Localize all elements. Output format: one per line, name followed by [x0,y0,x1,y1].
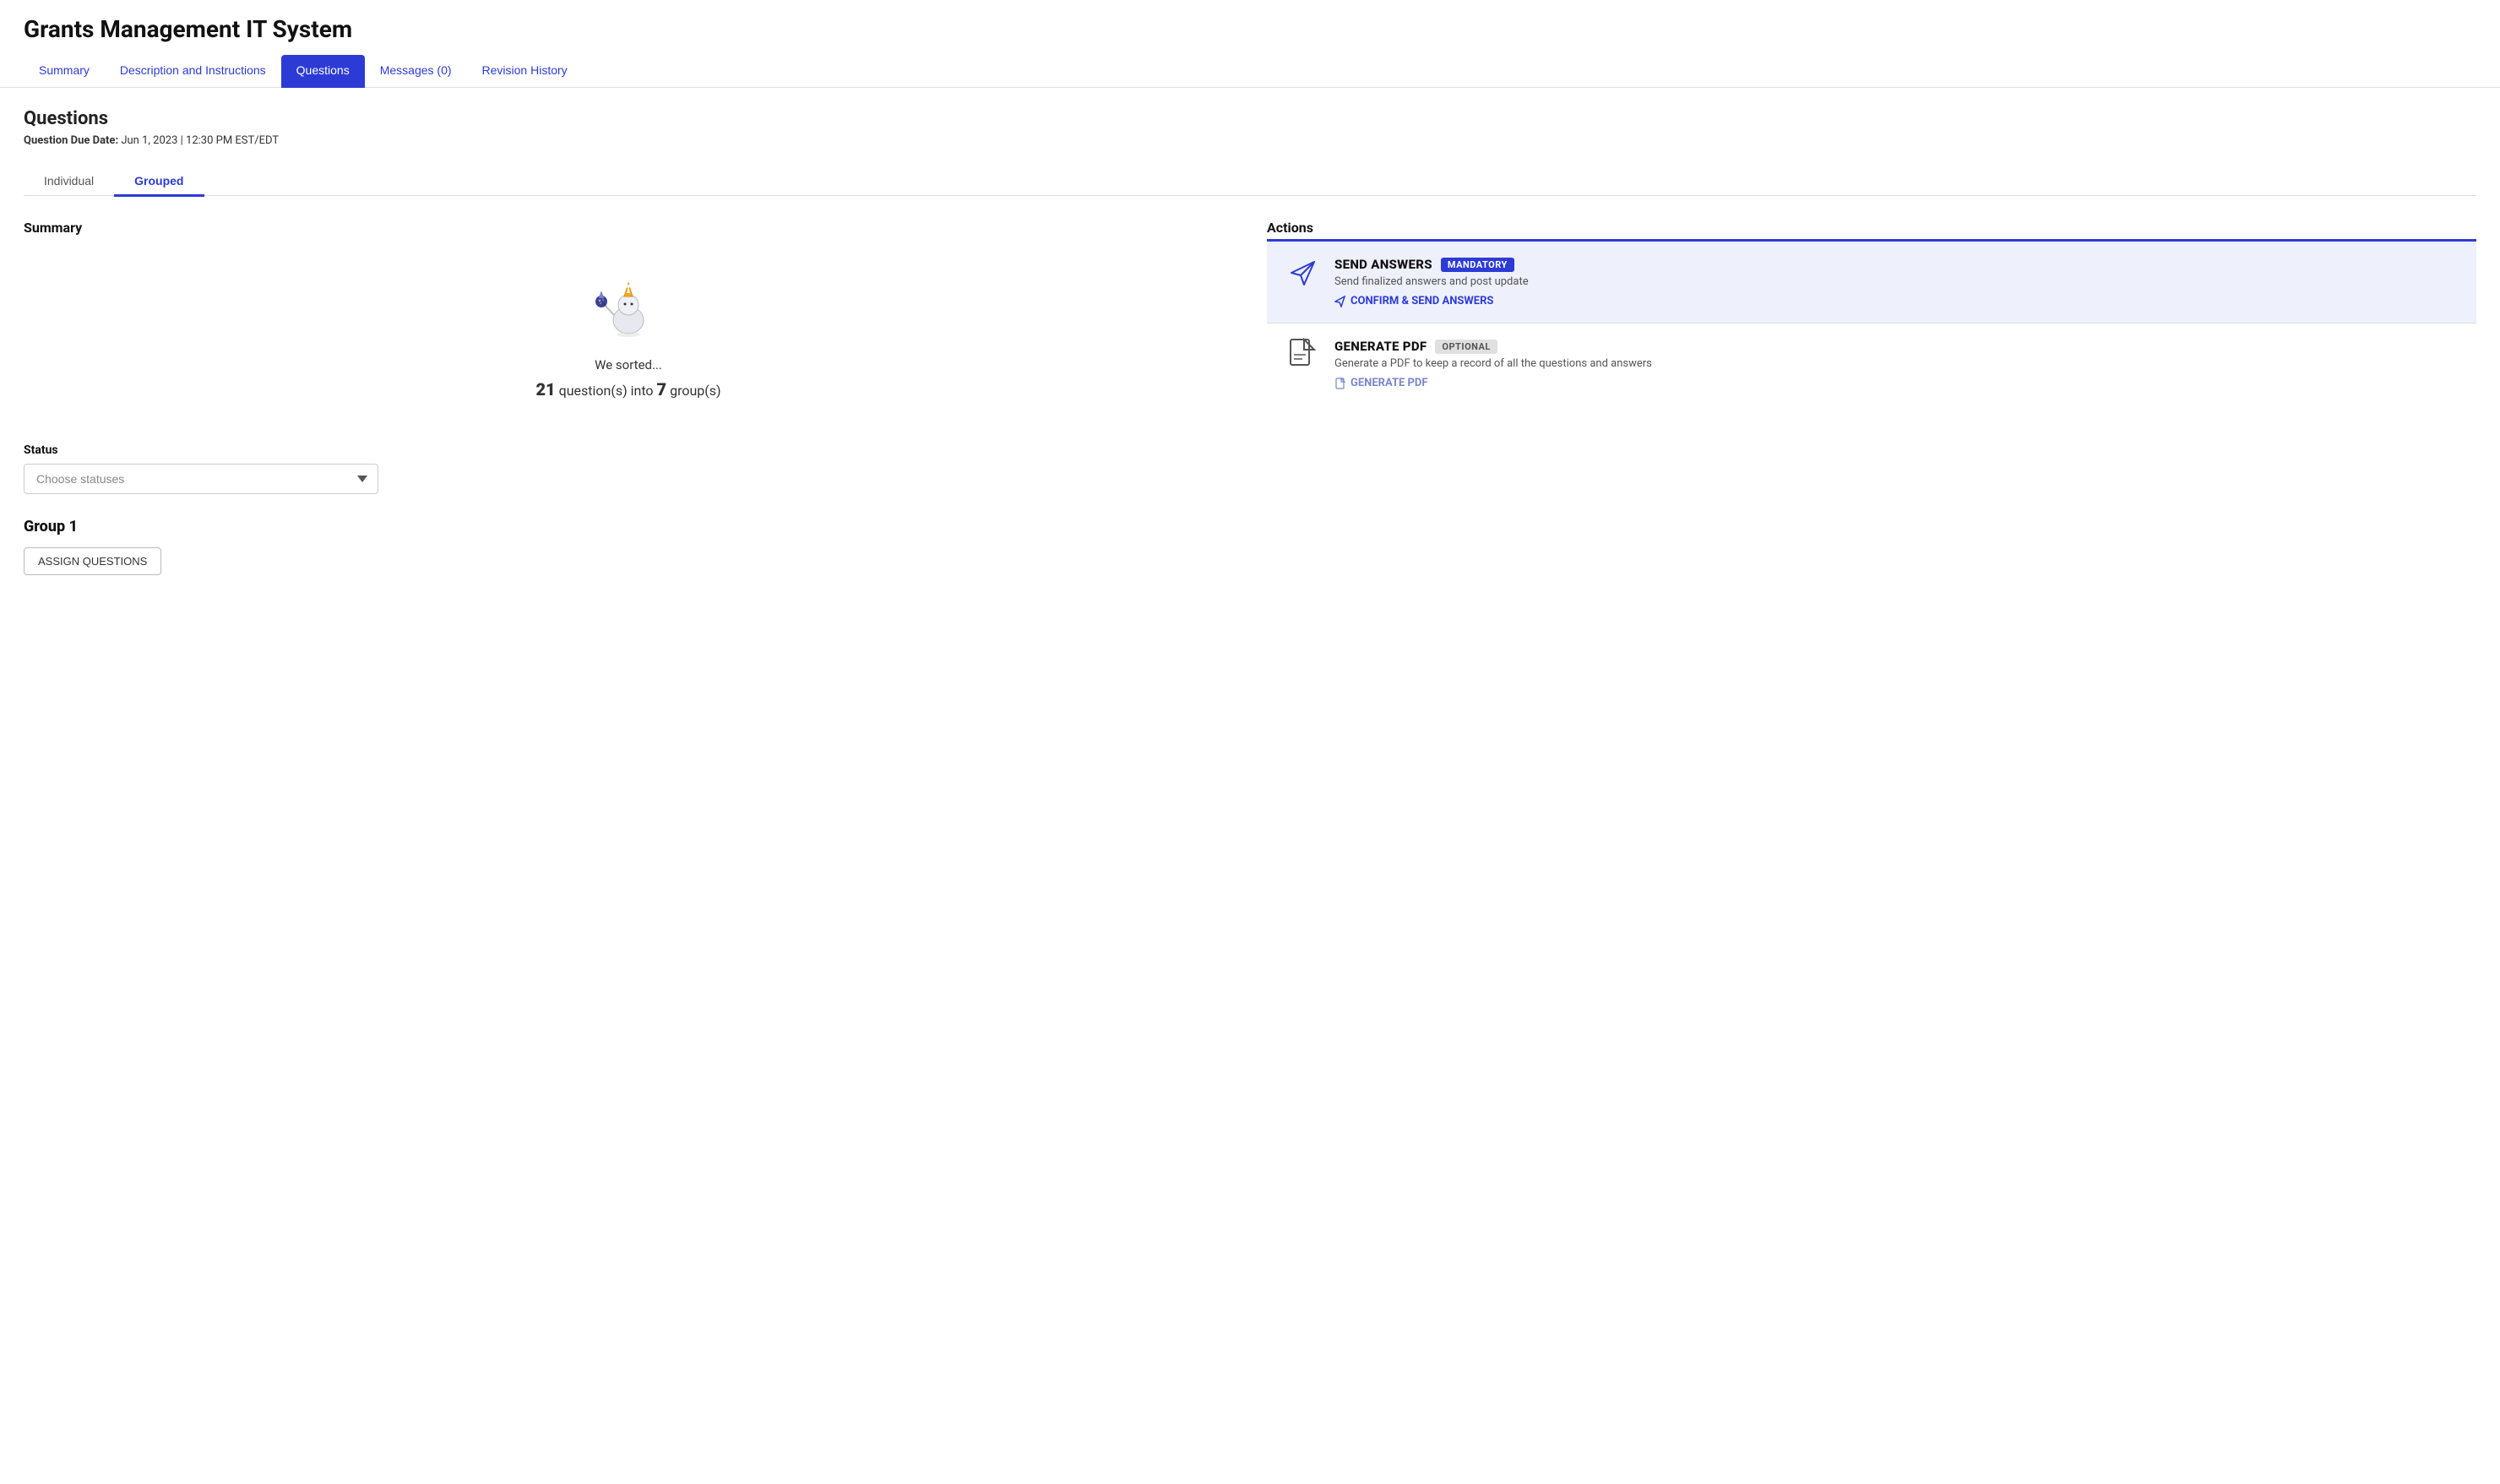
generate-pdf-desc: Generate a PDF to keep a record of all t… [1334,357,2459,370]
pdf-link-icon [1334,378,1346,389]
status-label: Status [24,443,1233,457]
app-title: Grants Management IT System [24,15,2476,43]
tab-revision[interactable]: Revision History [467,55,583,88]
due-date: Question Due Date: Jun 1, 2023 | 12:30 P… [24,134,2476,147]
tab-navigation: Summary Description and Instructions Que… [0,55,2500,88]
generate-pdf-badge: OPTIONAL [1435,340,1497,354]
actions-panel: Actions SEND ANSWERS [1267,220,2476,405]
status-section: Status Choose statuses [24,443,1233,494]
generate-pdf-title-row: GENERATE PDF OPTIONAL [1334,339,2459,354]
send-answers-badge: MANDATORY [1441,258,1514,272]
group1-section: Group 1 ASSIGN QUESTIONS [24,518,1233,575]
subtab-navigation: Individual Grouped [24,167,2476,197]
send-icon [1287,258,1318,294]
summary-section-title: Summary [24,220,1233,236]
tab-summary[interactable]: Summary [24,55,105,88]
subtab-individual[interactable]: Individual [24,167,114,197]
generate-pdf-body: GENERATE PDF OPTIONAL Generate a PDF to … [1334,339,2459,389]
page-title: Questions [24,108,2476,129]
send-answers-body: SEND ANSWERS MANDATORY Send finalized an… [1334,257,2459,307]
sort-illustration [590,268,666,344]
send-answers-card: SEND ANSWERS MANDATORY Send finalized an… [1267,242,2476,323]
sorted-text: We sorted... [595,357,662,372]
send-answers-name: SEND ANSWERS [1334,257,1432,272]
send-answers-title-row: SEND ANSWERS MANDATORY [1334,257,2459,272]
subtab-grouped[interactable]: Grouped [114,167,204,197]
assign-questions-button[interactable]: ASSIGN QUESTIONS [24,547,161,575]
tab-description[interactable]: Description and Instructions [105,55,281,88]
pdf-icon [1287,338,1318,378]
left-column: Summary [24,220,1233,575]
generate-pdf-name: GENERATE PDF [1334,339,1427,354]
send-answers-desc: Send finalized answers and post update [1334,275,2459,288]
status-select[interactable]: Choose statuses [24,464,378,494]
tab-questions[interactable]: Questions [281,55,365,88]
group1-title: Group 1 [24,518,1233,535]
generate-pdf-card: GENERATE PDF OPTIONAL Generate a PDF to … [1267,323,2476,405]
confirm-send-icon [1334,296,1346,307]
actions-title: Actions [1267,220,2476,236]
generate-pdf-link[interactable]: GENERATE PDF [1334,377,2459,389]
confirm-send-answers-link[interactable]: CONFIRM & SEND ANSWERS [1334,295,2459,307]
generate-pdf-icon-wrap [1284,339,1321,376]
sorted-numbers: 21 question(s) into 7 group(s) [535,379,720,400]
tab-messages[interactable]: Messages (0) [365,55,467,88]
right-column: Actions SEND ANSWERS [1267,220,2476,575]
send-answers-icon-wrap [1284,257,1321,294]
summary-box: We sorted... 21 question(s) into 7 group… [24,251,1233,416]
